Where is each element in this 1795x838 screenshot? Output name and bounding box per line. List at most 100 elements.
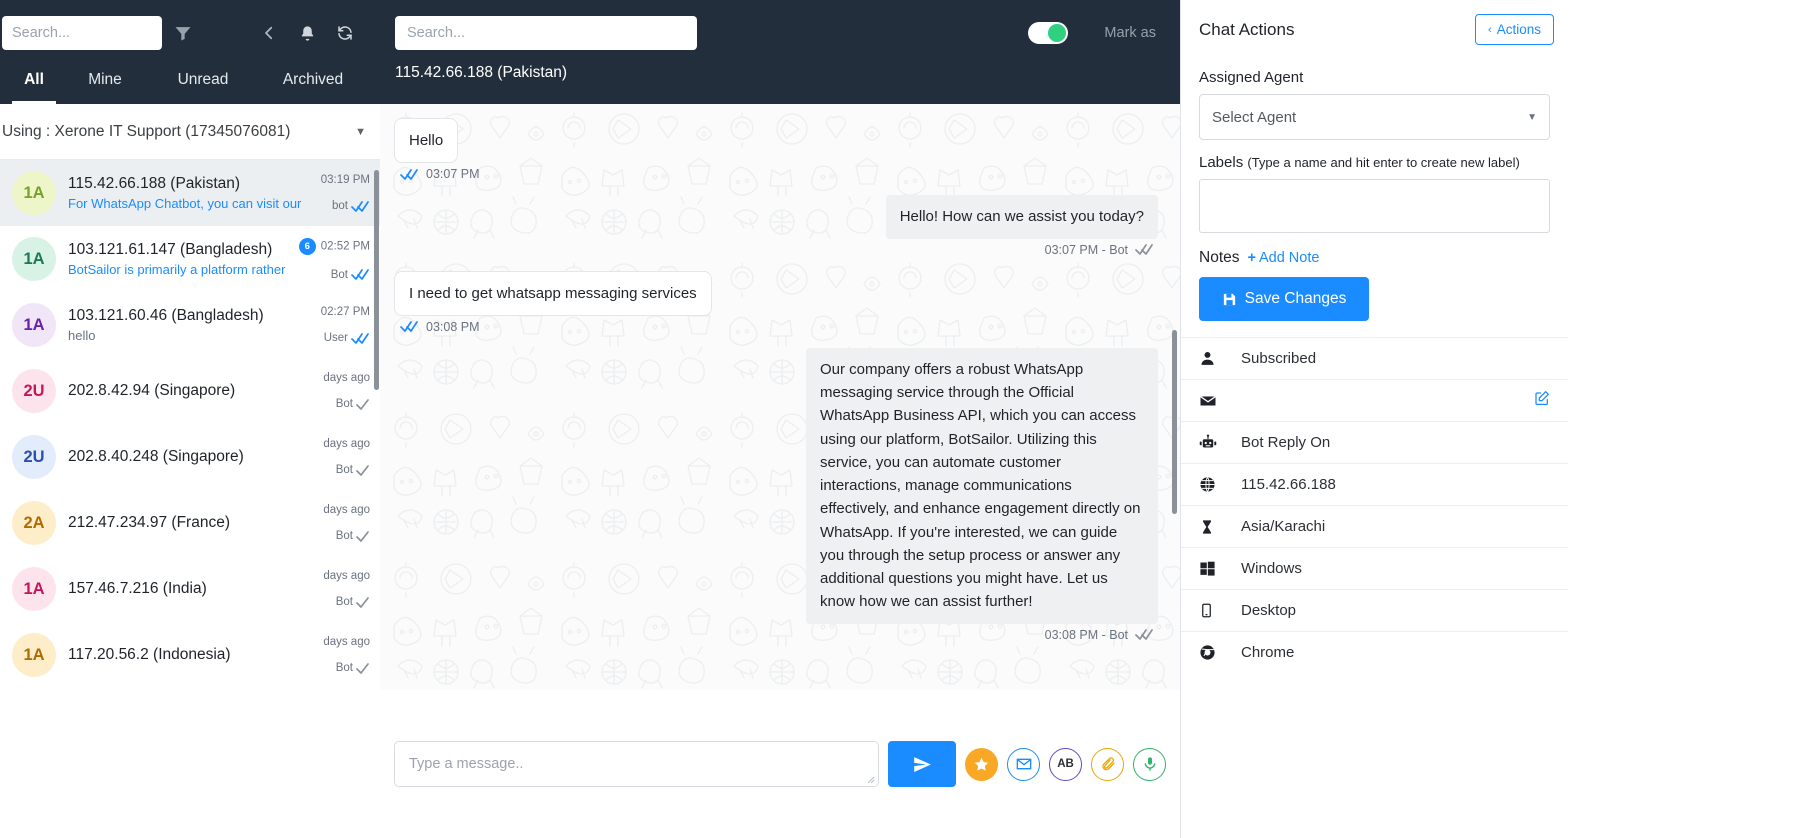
- conversation-item-body: 202.8.42.94 (Singapore): [68, 382, 312, 400]
- filter-icon[interactable]: [162, 14, 204, 52]
- chevron-down-icon: ▼: [1527, 111, 1537, 123]
- delivery-ticks-icon: [351, 269, 370, 280]
- conversation-sender: bot: [318, 200, 370, 212]
- labels-input[interactable]: [1199, 179, 1550, 233]
- conversation-name: 117.20.56.2 (Indonesia): [68, 646, 231, 663]
- conversation-time: days ago: [323, 636, 370, 648]
- actions-button-label: Actions: [1496, 22, 1541, 37]
- attachment-icon[interactable]: [1091, 747, 1124, 781]
- edit-icon[interactable]: [1534, 390, 1550, 411]
- star-icon[interactable]: [965, 747, 998, 781]
- labels-label: Labels (Type a name and hit enter to cre…: [1199, 154, 1550, 171]
- microphone-icon[interactable]: [1133, 747, 1166, 781]
- conversation-item[interactable]: 1A 103.121.60.46 (Bangladesh) hello 02:27 P…: [0, 292, 380, 358]
- hourglass-icon: [1199, 519, 1241, 535]
- info-row: Windows: [1181, 547, 1568, 589]
- info-row-text: 115.42.66.188: [1241, 476, 1336, 493]
- avatar: 2U: [12, 369, 56, 413]
- conversation-item-body: 115.42.66.188 (Pakistan) For WhatsApp Cha…: [68, 175, 312, 211]
- message-row: Our company offers a robust WhatsApp mes…: [394, 347, 1158, 624]
- save-changes-button[interactable]: Save Changes: [1199, 277, 1369, 321]
- info-row: [1181, 379, 1568, 421]
- info-row: 115.42.66.188: [1181, 463, 1568, 505]
- tab-all[interactable]: All: [6, 56, 62, 104]
- send-button[interactable]: [888, 741, 956, 787]
- conversation-item-body: 117.20.56.2 (Indonesia): [68, 646, 312, 664]
- refresh-icon[interactable]: [326, 14, 364, 52]
- conversation-sender-label: Bot: [335, 530, 353, 542]
- avatar: 1A: [12, 567, 56, 611]
- chat-search-input[interactable]: [395, 16, 697, 50]
- conversation-item[interactable]: 1A 103.121.61.147 (Bangladesh) BotSailor i…: [0, 226, 380, 292]
- windows-icon: [1199, 560, 1241, 577]
- conversation-item[interactable]: 2A 212.47.234.97 (France) days ago Bot: [0, 490, 380, 556]
- conversation-meta: days ago Bot: [312, 570, 370, 608]
- bell-icon[interactable]: [288, 14, 326, 52]
- conversation-sender: Bot: [318, 398, 370, 410]
- avatar: 2U: [12, 435, 56, 479]
- sidebar-scrollbar[interactable]: [374, 170, 379, 390]
- conversation-sender: Bot: [318, 464, 370, 476]
- conversation-sender: User: [318, 332, 370, 344]
- account-selector-label: Using : Xerone IT Support (17345076081): [2, 122, 291, 140]
- conversation-list[interactable]: 1A 115.42.66.188 (Pakistan) For WhatsApp C…: [0, 160, 380, 838]
- conversation-time: 03:19 PM: [320, 174, 370, 186]
- message-row: I need to get whatsapp messaging service…: [394, 270, 1158, 316]
- conversation-name: 212.47.234.97 (France): [68, 514, 230, 531]
- conversation-item[interactable]: 2U 202.8.42.94 (Singapore) days ago Bot: [0, 358, 380, 424]
- incoming-message-bubble: Hello: [394, 118, 459, 164]
- assigned-agent-value: Select Agent: [1212, 108, 1297, 126]
- email-template-icon[interactable]: [1007, 747, 1040, 781]
- conversation-meta: 03:19 PM bot: [312, 174, 370, 212]
- outgoing-message-bubble: Hello! How can we assist you today?: [885, 195, 1158, 239]
- outgoing-message-bubble: Our company offers a robust WhatsApp mes…: [806, 347, 1158, 624]
- message-area[interactable]: Hello 03:07 PM Hello! How can we assist yo…: [380, 104, 1180, 690]
- conversation-item-body: 212.47.234.97 (France): [68, 514, 312, 532]
- message-list: Hello 03:07 PM Hello! How can we assist yo…: [380, 104, 1180, 690]
- tab-mine[interactable]: Mine: [62, 56, 148, 104]
- conversation-item[interactable]: 1A 115.42.66.188 (Pakistan) For WhatsApp C…: [0, 160, 380, 226]
- message-scrollbar[interactable]: [1172, 330, 1177, 514]
- conversation-name: 202.8.40.248 (Singapore): [68, 448, 244, 465]
- actions-button[interactable]: ‹ Actions: [1475, 14, 1554, 45]
- chat-title: 115.42.66.188 (Pakistan): [395, 64, 568, 81]
- conversation-sender-label: Bot: [335, 398, 353, 410]
- assigned-agent-select[interactable]: Select Agent ▼: [1199, 94, 1550, 140]
- delivery-ticks-icon: [351, 200, 370, 212]
- conversation-time: days ago: [323, 570, 370, 582]
- info-row-text: Chrome: [1241, 644, 1295, 661]
- message-meta: 03:07 PM - Bot: [394, 243, 1158, 257]
- account-selector[interactable]: Using : Xerone IT Support (17345076081) …: [0, 104, 380, 160]
- avatar: 2A: [12, 501, 56, 545]
- tab-unread[interactable]: Unread: [148, 56, 258, 104]
- bot-reply-toggle[interactable]: [1028, 22, 1069, 44]
- conversation-item-body: 103.121.61.147 (Bangladesh) BotSailor is …: [68, 241, 293, 277]
- chat-panel: Mark as 115.42.66.188 (Pakistan): [380, 0, 1565, 838]
- info-row: Subscribed: [1181, 337, 1568, 379]
- labels-label-text: Labels: [1199, 154, 1244, 171]
- mark-as-button[interactable]: Mark as: [1098, 24, 1162, 42]
- message-meta: 03:07 PM: [394, 167, 1158, 181]
- conversation-item[interactable]: 1A 157.46.7.216 (India) days ago Bot: [0, 556, 380, 622]
- conversation-item-body: 157.46.7.216 (India): [68, 580, 312, 598]
- conversation-meta: days ago Bot: [312, 636, 370, 674]
- conversation-sender: Bot: [318, 662, 370, 674]
- add-note-button[interactable]: + Add Note: [1248, 250, 1320, 266]
- conversation-item[interactable]: 1A 117.20.56.2 (Indonesia) days ago Bot: [0, 622, 380, 688]
- info-row: Asia/Karachi: [1181, 505, 1568, 547]
- collapse-left-icon[interactable]: [250, 14, 288, 52]
- ab-translate-icon[interactable]: AB: [1049, 747, 1082, 781]
- search-input[interactable]: [2, 16, 162, 50]
- conversation-filter-tabs: All Mine Unread Archived: [0, 56, 380, 104]
- message-input[interactable]: [394, 741, 879, 787]
- chat-header: Mark as 115.42.66.188 (Pakistan): [380, 0, 1180, 104]
- info-row-text: Desktop: [1241, 602, 1297, 619]
- plus-icon: +: [1247, 250, 1256, 266]
- notes-label: Notes: [1199, 249, 1240, 266]
- chat-header-toolbar: Mark as: [380, 0, 1180, 56]
- conversation-item[interactable]: 2U 202.8.40.248 (Singapore) days ago Bot: [0, 424, 380, 490]
- unread-badge: 6: [298, 237, 316, 255]
- delivery-ticks-icon: [356, 662, 370, 674]
- tab-archived[interactable]: Archived: [258, 56, 368, 104]
- conversation-time: days ago: [323, 438, 370, 450]
